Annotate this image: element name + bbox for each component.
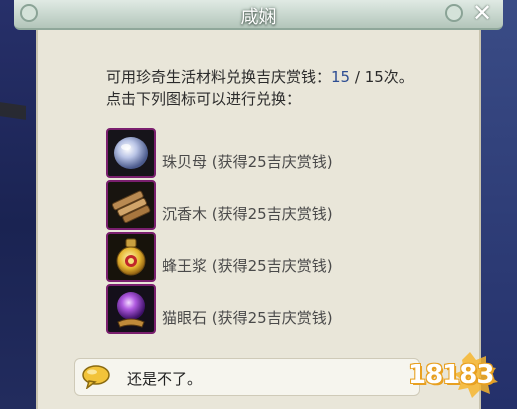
game-background-left — [0, 0, 36, 409]
exchange-instruction: 点击下列图标可以进行兑换： — [106, 90, 302, 108]
exchange-item-royal-jelly[interactable]: 蜂王浆 (获得25吉庆赏钱) — [106, 232, 386, 284]
item-label-cat-eye: 猫眼石 (获得25吉庆赏钱) — [162, 309, 333, 327]
exchange-item-agarwood[interactable]: 沉香木 (获得25吉庆赏钱) — [106, 180, 386, 232]
exchange-item-pearl[interactable]: 珠贝母 (获得25吉庆赏钱) — [106, 128, 386, 180]
item-label-royal-jelly: 蜂王浆 (获得25吉庆赏钱) — [162, 257, 333, 275]
exchange-separator: / — [350, 68, 365, 86]
window-title: 咸娴 — [240, 7, 277, 28]
decline-option-label: 还是不了。 — [127, 370, 203, 388]
wood-icon[interactable] — [106, 180, 156, 230]
site-watermark: 18183 — [400, 346, 506, 406]
exchange-current-count: 15 — [331, 68, 351, 86]
exchange-total-count: 15次。 — [364, 68, 414, 86]
exchange-count-line: 可用珍奇生活材料兑换吉庆赏钱：15 / 15次。 — [106, 66, 476, 88]
item-label-agarwood: 沉香木 (获得25吉庆赏钱) — [162, 205, 333, 223]
close-icon: ✕ — [471, 0, 493, 27]
title-bar: 咸娴 ✕ — [14, 0, 503, 30]
watermark-text: 18183 — [408, 360, 494, 390]
royal-jelly-icon[interactable] — [106, 232, 156, 282]
exchange-info: 可用珍奇生活材料兑换吉庆赏钱：15 / 15次。 点击下列图标可以进行兑换： — [106, 66, 476, 110]
decline-option-button[interactable]: 还是不了。 — [74, 358, 420, 396]
close-button[interactable]: ✕ — [469, 0, 495, 27]
exchange-item-cat-eye[interactable]: 猫眼石 (获得25吉庆赏钱) — [106, 284, 386, 336]
exchange-item-list: 珠贝母 (获得25吉庆赏钱) 沉香木 (获得25吉庆赏钱) 蜂王浆 (获得25吉… — [106, 128, 386, 336]
pearl-icon[interactable] — [106, 128, 156, 178]
background-beam — [0, 102, 26, 120]
exchange-count-prefix: 可用珍奇生活材料兑换吉庆赏钱： — [106, 68, 332, 86]
cat-eye-gem-icon[interactable] — [106, 284, 156, 334]
speech-bubble-icon — [82, 365, 110, 389]
item-label-pearl: 珠贝母 (获得25吉庆赏钱) — [162, 153, 333, 171]
